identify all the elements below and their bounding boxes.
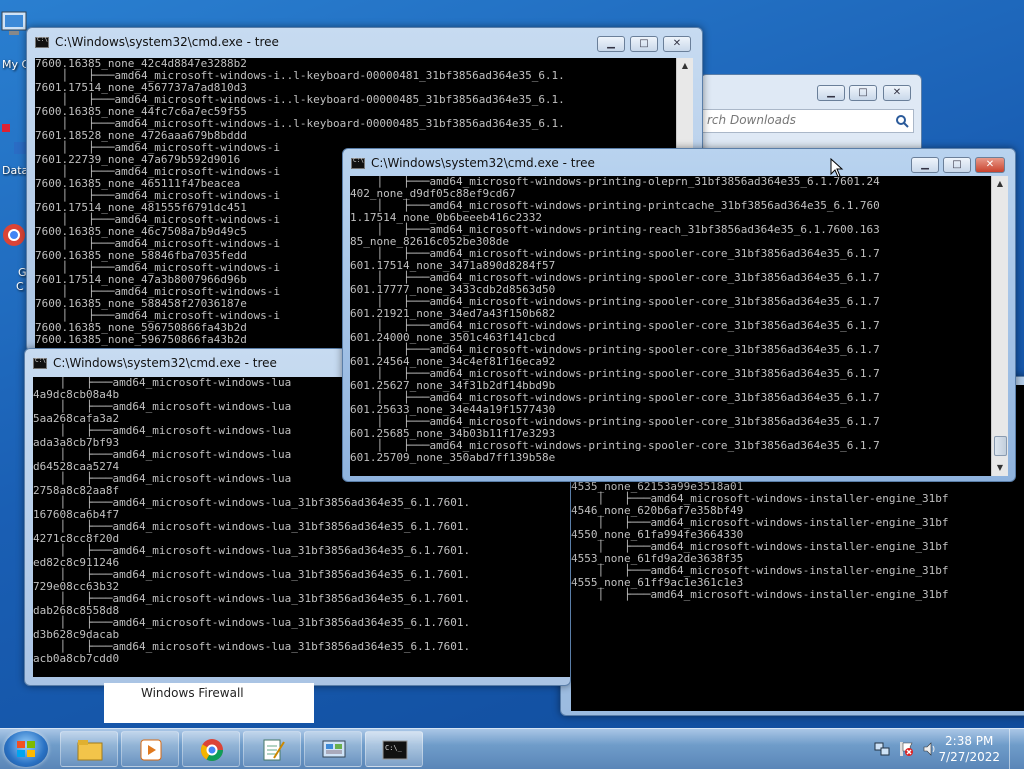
cmd4-minimize-button[interactable]: ▁ (911, 157, 939, 173)
show-desktop-button[interactable] (1009, 729, 1024, 769)
taskbar-control-panel-button[interactable] (304, 731, 362, 767)
notepad-icon (263, 739, 285, 761)
scroll-thumb[interactable] (994, 436, 1007, 456)
cmd-icon (351, 157, 365, 169)
console-line: │ ├───amd64_microsoft-windows-installer-… (571, 588, 949, 601)
start-button[interactable] (4, 731, 48, 767)
taskbar-clock[interactable]: 2:38 PM 7/27/2022 (938, 733, 1000, 765)
cmd1-title: C:\Windows\system32\cmd.exe - tree (55, 35, 279, 49)
cmd1-close-button[interactable]: ✕ (663, 36, 691, 52)
cmd1-minimize-button[interactable]: ▁ (597, 36, 625, 52)
cmd-icon (35, 36, 49, 48)
console-line: acb0a8cb7cdd0 (33, 652, 120, 665)
drive-icon (2, 124, 26, 154)
desktop-icon-label: Data (2, 164, 29, 177)
scroll-up-arrow-icon[interactable]: ▲ (677, 58, 693, 74)
cmd-icon (33, 357, 47, 369)
search-placeholder: rch Downloads (707, 113, 796, 127)
search-icon[interactable] (895, 114, 909, 128)
cmd-icon: C:\_ (382, 740, 408, 760)
clock-time: 2:38 PM (945, 734, 994, 748)
folder-icon (77, 740, 103, 761)
cmd-window-4[interactable]: C:\Windows\system32\cmd.exe - tree ▁ □ ✕… (342, 148, 1016, 482)
scroll-down-arrow-icon[interactable]: ▼ (992, 460, 1008, 476)
cmd1-maximize-button[interactable]: □ (630, 36, 658, 52)
computer-icon (1, 11, 27, 35)
explorer-close-button[interactable]: ✕ (883, 85, 911, 101)
cmd4-title: C:\Windows\system32\cmd.exe - tree (371, 156, 595, 170)
taskbar-media-player-button[interactable] (121, 731, 179, 767)
taskbar-explorer-button[interactable] (60, 731, 118, 767)
taskbar-chrome-button[interactable] (182, 731, 240, 767)
desktop-icon-label: C (16, 280, 24, 293)
clock-date: 7/27/2022 (938, 750, 1000, 764)
taskbar-cmd-button[interactable]: C:\_ (365, 731, 423, 767)
chrome-icon (3, 224, 25, 246)
control-panel-icon (322, 740, 346, 758)
cmd4-console: │ ├───amd64_microsoft-windows-printing-o… (350, 176, 991, 476)
scroll-up-arrow-icon[interactable]: ▲ (992, 176, 1008, 192)
chrome-icon (201, 739, 223, 761)
cmd2-title: C:\Windows\system32\cmd.exe - tree (53, 356, 277, 370)
firewall-item[interactable]: Windows Firewall (104, 683, 314, 723)
explorer-search-input[interactable]: rch Downloads (700, 109, 914, 133)
taskbar: C:\_ 2:38 PM 7/27/2022 (0, 728, 1024, 769)
cmd4-scrollbar[interactable]: ▲ ▼ (991, 176, 1008, 476)
cmd4-titlebar[interactable]: C:\Windows\system32\cmd.exe - tree ▁ □ ✕ (343, 149, 1015, 177)
cmd4-maximize-button[interactable]: □ (943, 157, 971, 173)
console-line: 601.25709_none_350abd7ff139b58e (350, 451, 556, 464)
volume-icon[interactable] (922, 741, 938, 757)
explorer-maximize-button[interactable]: □ (849, 85, 877, 101)
explorer-minimize-button[interactable]: ▁ (817, 85, 845, 101)
taskbar-notepad-button[interactable] (243, 731, 301, 767)
media-player-icon (140, 739, 162, 761)
cmd4-close-button[interactable]: ✕ (975, 157, 1005, 173)
cmd1-titlebar[interactable]: C:\Windows\system32\cmd.exe - tree ▁ □ ✕ (27, 28, 702, 56)
network-icon[interactable] (874, 741, 890, 757)
firewall-label: Windows Firewall (141, 686, 244, 700)
svg-text:C:\_: C:\_ (385, 744, 403, 752)
action-center-icon[interactable] (898, 741, 914, 757)
mouse-cursor-icon (830, 158, 844, 178)
windows-logo-icon (17, 741, 35, 757)
